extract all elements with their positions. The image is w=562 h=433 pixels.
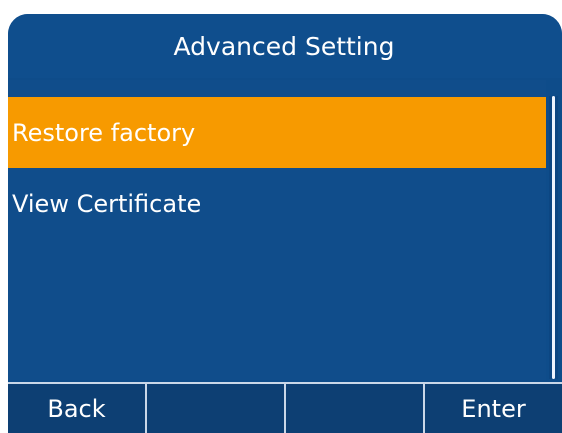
menu-item-label: View Certificate xyxy=(12,189,202,218)
menu-item-label: Restore factory xyxy=(12,118,196,147)
softkey-3[interactable] xyxy=(286,382,425,433)
scrollbar-thumb[interactable] xyxy=(552,96,555,379)
title-bar: Advanced Setting xyxy=(8,14,562,78)
menu-list: Restore factory View Certificate xyxy=(8,80,546,380)
phone-screen: Advanced Setting Restore factory View Ce… xyxy=(0,0,562,433)
back-softkey[interactable]: Back xyxy=(8,382,147,433)
page-title: Advanced Setting xyxy=(173,31,395,61)
enter-softkey[interactable]: Enter xyxy=(425,382,562,433)
softkey-2[interactable] xyxy=(147,382,286,433)
softkey-bar: Back Enter xyxy=(8,382,562,433)
settings-panel: Advanced Setting Restore factory View Ce… xyxy=(8,14,562,433)
menu-item-view-certificate[interactable]: View Certificate xyxy=(8,168,546,239)
scrollbar[interactable] xyxy=(549,96,558,379)
menu-item-restore-factory[interactable]: Restore factory xyxy=(8,97,546,168)
